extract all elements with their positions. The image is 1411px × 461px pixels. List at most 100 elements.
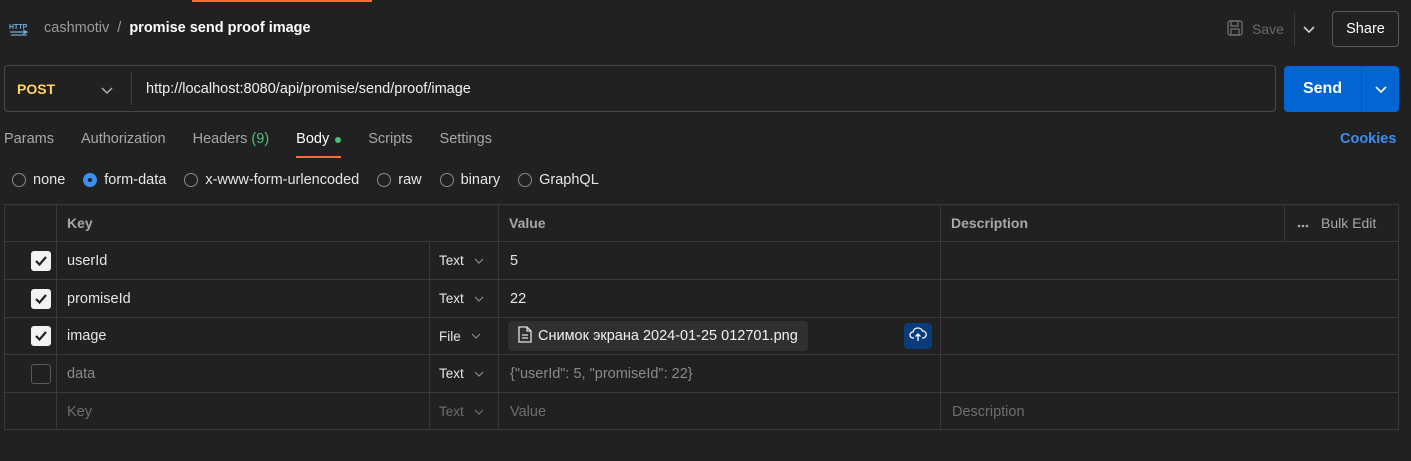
radio-form-data[interactable]: form-data — [83, 172, 166, 188]
headers-count: (9) — [251, 131, 270, 147]
body-type-selector: none form-data x-www-form-urlencoded raw… — [12, 172, 617, 188]
upload-button[interactable] — [904, 323, 932, 349]
send-button[interactable]: Send — [1284, 66, 1361, 112]
file-name: Снимок экрана 2024-01-25 012701.png — [538, 328, 798, 344]
new-table-row: Key Text Value Description — [5, 393, 1398, 430]
tab-body[interactable]: Body — [296, 128, 342, 158]
tab-label: Authorization — [80, 131, 166, 147]
file-chip[interactable]: Снимок экрана 2024-01-25 012701.png — [508, 321, 808, 351]
request-header: HTTP cashmotiv / promise send proof imag… — [0, 0, 1411, 58]
radio-circle[interactable] — [12, 173, 26, 187]
svg-text:HTTP: HTTP — [9, 24, 28, 31]
value-cell[interactable]: 22 — [510, 280, 526, 317]
method-divider — [131, 72, 132, 105]
bulk-edit-button[interactable]: Bulk Edit — [1297, 205, 1376, 241]
key-cell[interactable]: promiseId — [67, 280, 131, 317]
save-options-button[interactable] — [1298, 12, 1320, 46]
send-options-button[interactable] — [1362, 66, 1399, 112]
save-divider — [1294, 12, 1295, 46]
tab-scripts[interactable]: Scripts — [368, 128, 412, 158]
breadcrumb-collection[interactable]: cashmotiv — [44, 20, 109, 36]
column-header-description: Description — [951, 215, 1029, 231]
key-cell[interactable]: image — [67, 318, 107, 354]
tab-authorization[interactable]: Authorization — [81, 128, 166, 158]
key-input-placeholder[interactable]: Key — [67, 393, 92, 430]
chevron-down-icon — [474, 409, 484, 415]
chevron-down-icon — [474, 371, 484, 377]
radio-label: form-data — [104, 172, 167, 188]
chevron-down-icon — [474, 296, 484, 302]
value-cell[interactable]: {"userId": 5, "promiseId": 22} — [510, 355, 693, 392]
type-label: Text — [439, 291, 464, 306]
radio-circle[interactable] — [83, 173, 98, 187]
file-icon — [518, 325, 532, 347]
request-title[interactable]: promise send proof image — [129, 20, 310, 36]
table-row: data Text {"userId": 5, "promiseId": 22} — [5, 355, 1398, 393]
radio-label: none — [33, 172, 66, 188]
key-cell[interactable]: userId — [67, 242, 107, 279]
request-tabs: Params Authorization Headers (9) Body Scr… — [4, 128, 519, 158]
tab-label: Headers — [192, 131, 248, 147]
row-enabled-checkbox[interactable] — [31, 363, 51, 384]
cookies-link[interactable]: Cookies — [1340, 131, 1396, 147]
save-label: Save — [1252, 21, 1284, 37]
cloud-upload-icon — [909, 326, 927, 346]
chevron-down-icon — [101, 82, 113, 98]
row-enabled-checkbox[interactable] — [31, 288, 51, 309]
radio-x-www-form-urlencoded[interactable]: x-www-form-urlencoded — [184, 172, 359, 188]
save-button[interactable]: Save — [1226, 16, 1284, 42]
bulk-edit-label: Bulk Edit — [1321, 215, 1377, 231]
radio-circle[interactable] — [518, 173, 533, 187]
chevron-down-icon — [1374, 81, 1387, 97]
radio-label: GraphQL — [539, 172, 599, 188]
radio-graphql[interactable]: GraphQL — [518, 172, 599, 188]
description-input-placeholder[interactable]: Description — [952, 393, 1025, 430]
type-select[interactable]: Text — [439, 404, 484, 419]
column-header-key: Key — [67, 215, 93, 231]
tab-settings[interactable]: Settings — [440, 128, 492, 158]
column-header-value: Value — [509, 215, 546, 231]
radio-circle[interactable] — [377, 173, 392, 187]
http-icon: HTTP — [8, 20, 30, 38]
table-row: promiseId Text 22 — [5, 280, 1398, 318]
radio-binary[interactable]: binary — [439, 172, 501, 188]
save-icon — [1226, 19, 1244, 40]
url-input[interactable] — [146, 79, 1246, 99]
radio-raw[interactable]: raw — [377, 172, 422, 188]
row-enabled-checkbox[interactable] — [31, 326, 51, 346]
breadcrumb: cashmotiv / promise send proof image — [44, 20, 311, 36]
chevron-down-icon — [1303, 21, 1315, 37]
table-row: image File Снимок экрана 2024-01-25 0127… — [5, 318, 1398, 355]
tab-label: Params — [4, 131, 54, 147]
form-data-table: Key Value Description Bulk Edit userId T… — [4, 204, 1399, 430]
tab-label: Scripts — [368, 131, 413, 147]
table-row: userId Text 5 — [5, 242, 1398, 280]
type-select[interactable]: Text — [439, 253, 484, 268]
value-input-placeholder[interactable]: Value — [510, 393, 546, 430]
more-icon — [1297, 215, 1309, 231]
breadcrumb-separator: / — [117, 20, 122, 36]
radio-label: binary — [460, 172, 501, 188]
type-label: Text — [439, 404, 464, 419]
radio-circle[interactable] — [184, 173, 199, 187]
type-label: Text — [439, 366, 464, 381]
radio-circle[interactable] — [439, 173, 454, 187]
tab-headers[interactable]: Headers (9) — [193, 128, 270, 158]
radio-none[interactable]: none — [12, 172, 65, 188]
tab-label: Settings — [439, 131, 492, 147]
value-cell[interactable]: 5 — [510, 242, 518, 279]
row-enabled-checkbox[interactable] — [31, 250, 51, 271]
method-label: POST — [17, 80, 56, 97]
type-select[interactable]: File — [439, 329, 481, 344]
type-select[interactable]: Text — [439, 366, 484, 381]
method-select[interactable]: POST — [5, 66, 131, 111]
chevron-down-icon — [471, 333, 481, 339]
type-select[interactable]: Text — [439, 291, 484, 306]
type-label: File — [439, 328, 461, 344]
key-cell[interactable]: data — [67, 355, 95, 392]
radio-label: x-www-form-urlencoded — [205, 172, 360, 188]
radio-label: raw — [398, 172, 422, 188]
share-button[interactable]: Share — [1332, 11, 1399, 47]
tab-params[interactable]: Params — [4, 128, 54, 158]
table-header-row: Key Value Description Bulk Edit — [5, 205, 1398, 242]
